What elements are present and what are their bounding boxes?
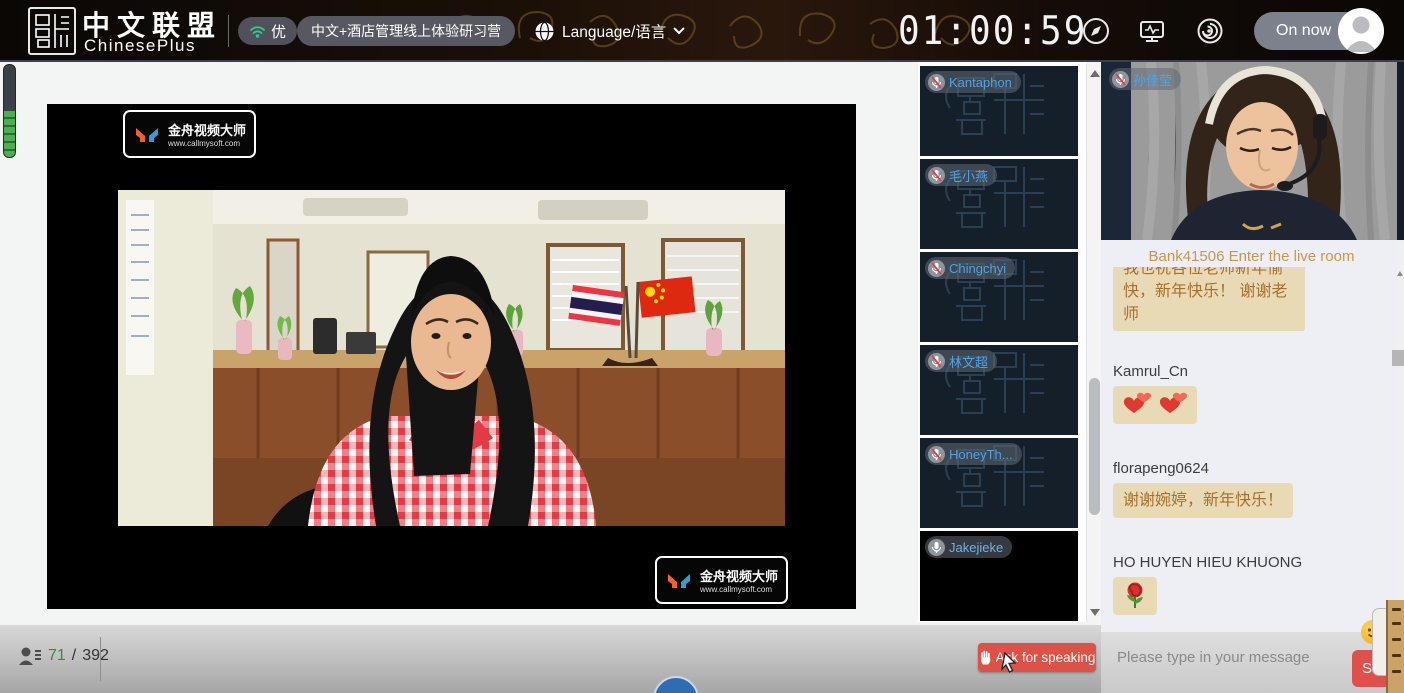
viewer-count: 71 / 392: [18, 645, 109, 667]
capacity-count: 392: [82, 647, 109, 665]
participant-name-badge: 毛小燕: [925, 164, 997, 186]
online-count: 71: [48, 647, 66, 665]
compass-icon[interactable]: [1082, 17, 1110, 45]
audio-level-fill: [4, 111, 15, 157]
participant-tile[interactable]: Jakejieke: [920, 531, 1078, 621]
screen-monitor-icon[interactable]: [1138, 17, 1166, 45]
scrollbar-thumb[interactable]: [1089, 378, 1100, 515]
language-selector[interactable]: Language/语言: [534, 20, 685, 42]
top-header-bar: 中文联盟 ChinesePlus 优 中文+酒店管理线上体验研习营: [0, 0, 1404, 62]
header-divider: [228, 15, 229, 47]
live-timer-clock: 01:00:59: [898, 9, 1087, 53]
speaker-video-feed: [118, 190, 785, 526]
audio-level-meter: [3, 64, 16, 158]
participant-name-badge: HoneyTh...: [925, 443, 1022, 465]
chevron-down-icon: [673, 27, 685, 35]
user-avatar[interactable]: [1338, 8, 1384, 54]
chat-username: HO HUYEN HIEU KHUONG: [1113, 554, 1404, 571]
mic-muted-icon: [928, 74, 945, 91]
sticker-glyph: [1392, 654, 1401, 657]
participant-tile[interactable]: HoneyTh...: [920, 438, 1078, 528]
watermark-name: 金舟视频大师: [168, 120, 246, 139]
mic-muted-icon: [928, 446, 945, 463]
mic-muted-icon: [928, 260, 945, 277]
course-title-label: 中文+酒店管理线上体验研习营: [311, 21, 501, 41]
mic-on-icon: [928, 539, 945, 556]
sticker-peek[interactable]: [1386, 600, 1404, 693]
count-divider: /: [72, 647, 76, 665]
scroll-up-arrow[interactable]: [1090, 70, 1100, 77]
presenter-name-badge: 孙佳莹: [1109, 68, 1181, 90]
spiral-target-icon[interactable]: [1196, 17, 1224, 45]
bottom-toolbar: 71 / 392 Ask for speaking: [0, 625, 1101, 693]
ask-for-speaking-button[interactable]: Ask for speaking: [978, 643, 1096, 672]
main-video-stage[interactable]: 金舟视频大师 www.callmysoft.com 金舟视频大师 www.cal…: [47, 104, 856, 609]
callmysoft-logo-icon: [665, 568, 693, 592]
chat-bubble: 我也祝各位老师新年愉快，新年快乐！ 谢谢老师: [1113, 267, 1305, 331]
chat-panel[interactable]: Bank41506 Enter the live room 我也祝各位老师新年愉…: [1101, 240, 1404, 632]
watermark-name: 金舟视频大师: [700, 566, 778, 585]
participant-tile[interactable]: Kantaphon: [920, 66, 1078, 156]
chineseplus-seal-logo: [28, 7, 76, 55]
watermark-top-left: 金舟视频大师 www.callmysoft.com: [123, 110, 256, 158]
chat-bubble: 谢谢婉婷，新年快乐！: [1113, 483, 1293, 518]
scroll-down-arrow[interactable]: [1090, 609, 1100, 616]
mic-muted-icon: [1112, 71, 1129, 88]
chat-scrollbar[interactable]: [1397, 243, 1404, 632]
on-now-label: On now: [1276, 22, 1331, 40]
live-classroom-app: 中文联盟 ChinesePlus 优 中文+酒店管理线上体验研习营: [0, 0, 1404, 693]
letterbox-bar: [1396, 62, 1404, 240]
participant-name-badge: 林文超: [925, 350, 997, 372]
participant-name-badge: Kantaphon: [925, 71, 1021, 93]
wifi-icon: [249, 24, 266, 39]
raised-hand-icon: [979, 650, 992, 665]
globe-icon: [534, 21, 555, 42]
rose-emoji: [1122, 582, 1148, 610]
sticker-glyph: [1392, 638, 1401, 641]
language-label: Language/语言: [562, 20, 666, 42]
chat-bubble-emoji: [1113, 386, 1197, 424]
logo-english-title: ChinesePlus: [84, 36, 196, 56]
participant-tile[interactable]: 林文超: [920, 345, 1078, 435]
two-hearts-emoji: [1122, 391, 1152, 419]
scroll-up-arrow[interactable]: [1397, 271, 1403, 276]
quality-label: 优: [271, 21, 286, 42]
chat-bubble-emoji: [1113, 577, 1157, 615]
mouse-cursor: [1000, 652, 1020, 674]
two-hearts-emoji: [1158, 391, 1188, 419]
enter-room-notice: Bank41506 Enter the live room: [1113, 248, 1390, 265]
course-title-button[interactable]: 中文+酒店管理线上体验研习营: [297, 16, 515, 46]
message-composer: Send: [1101, 632, 1404, 693]
chat-username: florapeng0624: [1113, 460, 1404, 477]
chat-username: Kamrul_Cn: [1113, 363, 1404, 380]
message-input[interactable]: [1115, 648, 1339, 667]
audience-icon: [18, 645, 42, 667]
network-quality-badge[interactable]: 优: [238, 17, 297, 45]
participant-name-badge: Jakejieke: [925, 536, 1012, 558]
callmysoft-logo-icon: [133, 122, 161, 146]
participant-tile[interactable]: Chingchyi: [920, 252, 1078, 342]
sticker-glyph: [1392, 608, 1401, 611]
toolbar-divider: [100, 637, 101, 681]
mic-muted-icon: [928, 167, 945, 184]
presenter-video-tile[interactable]: 孙佳莹: [1101, 62, 1404, 240]
watermark-site: www.callmysoft.com: [700, 585, 778, 594]
watermark-bottom-right: 金舟视频大师 www.callmysoft.com: [655, 556, 788, 604]
participants-scrollbar[interactable]: [1086, 64, 1102, 622]
chat-message-clipped: 我也祝各位老师新年愉快，新年快乐！ 谢谢老师: [1113, 267, 1404, 331]
participants-column: Kantaphon 毛小燕 Chingchyi: [918, 62, 1086, 622]
chat-scrollbar-thumb[interactable]: [1392, 350, 1404, 366]
participant-tile[interactable]: 毛小燕: [920, 159, 1078, 249]
sticker-glyph: [1392, 670, 1401, 673]
main-stage-area: 金舟视频大师 www.callmysoft.com 金舟视频大师 www.cal…: [0, 62, 918, 625]
mic-muted-icon: [928, 353, 945, 370]
participant-name-badge: Chingchyi: [925, 257, 1015, 279]
watermark-site: www.callmysoft.com: [168, 139, 246, 148]
sticker-glyph: [1392, 622, 1401, 625]
